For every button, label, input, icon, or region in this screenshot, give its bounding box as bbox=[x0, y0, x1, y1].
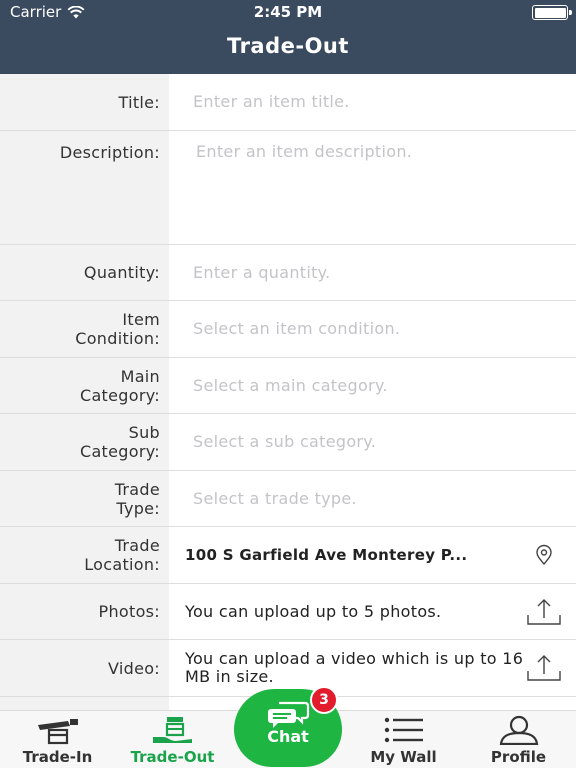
item-condition-row: Item Condition: Select an item condition… bbox=[0, 301, 576, 358]
tab-profile[interactable]: Profile bbox=[461, 711, 576, 768]
trade-in-icon bbox=[37, 719, 78, 745]
sub-category-label: Sub Category: bbox=[0, 414, 169, 470]
video-upload-field[interactable]: You can upload a video which is up to 16… bbox=[169, 640, 576, 696]
upload-icon[interactable] bbox=[526, 653, 562, 683]
sub-category-select[interactable]: Select a sub category. bbox=[169, 414, 576, 470]
tab-profile-label: Profile bbox=[490, 748, 547, 766]
chat-badge: 3 bbox=[310, 686, 338, 714]
photos-upload-field[interactable]: You can upload up to 5 photos. bbox=[169, 584, 576, 639]
main-category-select[interactable]: Select a main category. bbox=[169, 358, 576, 413]
quantity-row: Quantity: Enter a quantity. bbox=[0, 245, 576, 301]
tab-my-wall[interactable]: My Wall bbox=[346, 711, 461, 768]
video-label: Video: bbox=[0, 640, 169, 696]
description-label: Description: bbox=[0, 131, 169, 244]
trade-location-row: Trade Location: 100 S Garfield Ave Monte… bbox=[0, 527, 576, 584]
main-category-label: Main Category: bbox=[0, 358, 169, 413]
status-time: 2:45 PM bbox=[253, 3, 323, 21]
title-label: Title: bbox=[0, 74, 169, 130]
quantity-input[interactable]: Enter a quantity. bbox=[169, 245, 576, 300]
item-condition-select[interactable]: Select an item condition. bbox=[169, 301, 576, 357]
chat-bubble-icon bbox=[268, 701, 310, 728]
trade-location-field[interactable]: 100 S Garfield Ave Monterey P... bbox=[169, 527, 576, 583]
trade-out-form: Title: Enter an item title. Description:… bbox=[0, 74, 576, 710]
trade-type-label: Trade Type: bbox=[0, 471, 169, 526]
title-row: Title: Enter an item title. bbox=[0, 74, 576, 131]
location-pin-icon[interactable] bbox=[526, 540, 562, 570]
upload-icon[interactable] bbox=[526, 597, 562, 627]
trade-type-row: Trade Type: Select a trade type. bbox=[0, 471, 576, 527]
photos-row: Photos: You can upload up to 5 photos. bbox=[0, 584, 576, 640]
trade-out-icon bbox=[152, 717, 192, 743]
description-row: Description: Enter an item description. bbox=[0, 131, 576, 245]
tab-trade-in-label: Trade-In bbox=[22, 748, 93, 766]
trade-location-label: Trade Location: bbox=[0, 527, 169, 583]
photos-label: Photos: bbox=[0, 584, 169, 639]
sub-category-row: Sub Category: Select a sub category. bbox=[0, 414, 576, 471]
title-input[interactable]: Enter an item title. bbox=[169, 74, 576, 130]
page-title: Trade-Out bbox=[227, 34, 349, 58]
chat-label: Chat bbox=[267, 727, 309, 746]
battery-icon bbox=[532, 5, 572, 20]
navigation-bar: Carrier 2:45 PM Trade-Out bbox=[0, 0, 576, 74]
tab-trade-out-label: Trade-Out bbox=[130, 748, 215, 766]
tab-my-wall-label: My Wall bbox=[370, 748, 437, 766]
quantity-label: Quantity: bbox=[0, 245, 169, 300]
list-icon bbox=[384, 717, 423, 743]
tab-trade-out[interactable]: Trade-Out bbox=[115, 711, 230, 768]
description-input[interactable]: Enter an item description. bbox=[169, 131, 576, 244]
status-bar: Carrier 2:45 PM bbox=[0, 0, 576, 24]
trade-type-select[interactable]: Select a trade type. bbox=[169, 471, 576, 526]
main-category-row: Main Category: Select a main category. bbox=[0, 358, 576, 414]
item-condition-label: Item Condition: bbox=[0, 301, 169, 357]
tab-trade-in[interactable]: Trade-In bbox=[0, 711, 115, 768]
profile-icon bbox=[499, 715, 538, 745]
